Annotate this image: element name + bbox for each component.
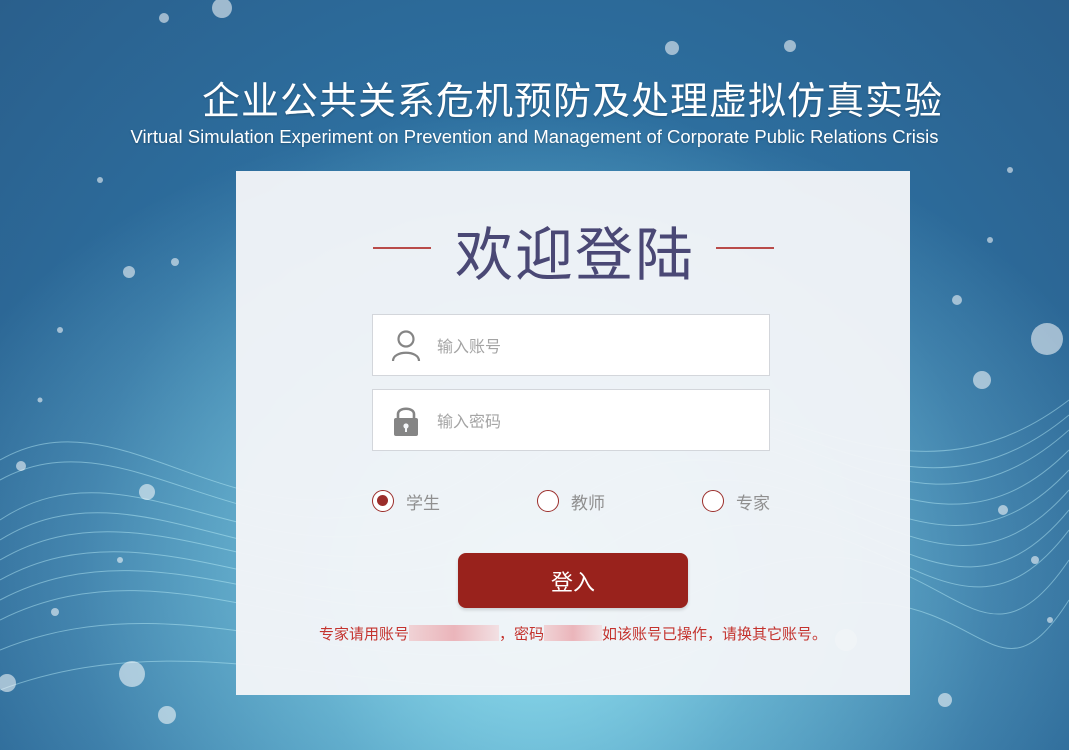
password-input[interactable]	[435, 400, 759, 442]
lock-icon	[391, 405, 421, 437]
user-icon	[391, 330, 421, 362]
account-field	[372, 314, 770, 376]
login-button[interactable]: 登入	[458, 553, 688, 608]
notice-suffix: 如该账号已操作，请换其它账号。	[602, 625, 828, 643]
redacted-password	[544, 625, 602, 641]
page-header: 企业公共关系危机预防及处理虚拟仿真实验 Virtual Simulation E…	[0, 74, 1069, 148]
radio-student[interactable]	[372, 490, 394, 512]
expert-account-notice: 专家请用账号 ，密码 如该账号已操作，请换其它账号。	[236, 623, 910, 644]
divider-left	[373, 247, 431, 249]
radio-expert[interactable]	[702, 490, 724, 512]
role-selector: 学生 教师 专家	[372, 486, 792, 516]
notice-prefix: 专家请用账号	[318, 625, 409, 643]
notice-mid: ，密码	[498, 625, 544, 643]
account-input[interactable]	[435, 325, 759, 367]
login-panel: 欢迎登陆 学生 教师	[236, 171, 910, 695]
welcome-heading: 欢迎登陆	[236, 221, 910, 291]
role-label-teacher: 教师	[571, 493, 605, 514]
divider-right	[716, 247, 774, 249]
role-option-student[interactable]: 学生	[372, 486, 440, 516]
role-label-student: 学生	[406, 493, 440, 514]
role-option-teacher[interactable]: 教师	[537, 486, 605, 516]
radio-teacher[interactable]	[537, 490, 559, 512]
title-english: Virtual Simulation Experiment on Prevent…	[130, 126, 939, 147]
redacted-account	[408, 625, 499, 641]
title-chinese: 企业公共关系危机预防及处理虚拟仿真实验	[201, 79, 943, 123]
welcome-text: 欢迎登陆	[454, 221, 695, 289]
role-label-expert: 专家	[736, 493, 770, 514]
password-field	[372, 389, 770, 451]
role-option-expert[interactable]: 专家	[702, 486, 770, 516]
